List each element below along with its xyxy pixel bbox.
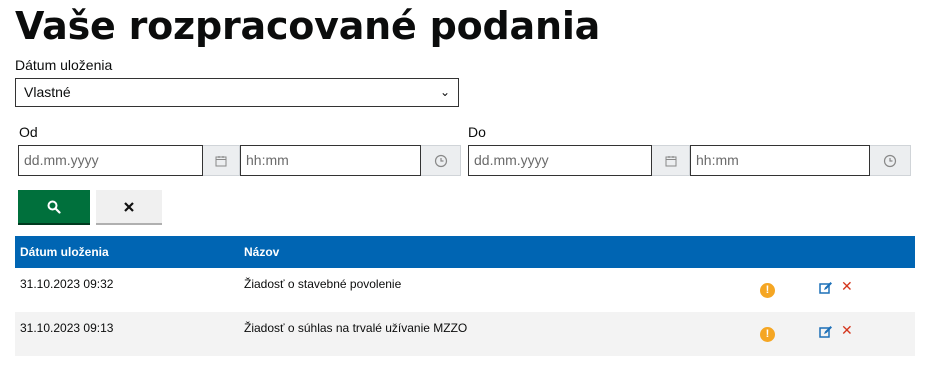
- from-label: Od: [19, 124, 38, 140]
- table-row: 31.10.2023 09:32 Žiadosť o stavebné povo…: [15, 268, 915, 312]
- to-date-input[interactable]: dd.mm.yyyy: [468, 145, 652, 176]
- warning-icon: !: [760, 283, 775, 298]
- table-row: 31.10.2023 09:13 Žiadosť o súhlas na trv…: [15, 312, 915, 356]
- column-header-date[interactable]: Dátum uloženia: [20, 245, 109, 259]
- page-title: Vaše rozpracované podania: [15, 4, 601, 48]
- clock-icon[interactable]: [421, 145, 461, 176]
- date-filter-select[interactable]: Vlastné ⌄: [15, 78, 459, 107]
- delete-icon[interactable]: ✕: [841, 322, 853, 339]
- clock-icon[interactable]: [870, 145, 911, 176]
- search-icon: [47, 200, 61, 214]
- row-name[interactable]: Žiadosť o súhlas na trvalé užívanie MZZO: [244, 321, 467, 335]
- clear-button[interactable]: [96, 190, 162, 223]
- from-time-input[interactable]: hh:mm: [240, 145, 421, 176]
- drafts-table: Dátum uloženia Názov 31.10.2023 09:32 Ži…: [15, 236, 915, 356]
- edit-icon[interactable]: [819, 281, 833, 298]
- chevron-down-icon: ⌄: [439, 85, 450, 99]
- row-date: 31.10.2023 09:32: [20, 277, 114, 291]
- to-time-input[interactable]: hh:mm: [690, 145, 870, 176]
- row-name[interactable]: Žiadosť o stavebné povolenie: [244, 277, 401, 291]
- to-label: Do: [468, 124, 486, 140]
- table-header: Dátum uloženia Názov: [15, 236, 915, 268]
- date-filter-value: Vlastné: [24, 84, 71, 100]
- delete-icon[interactable]: ✕: [841, 278, 853, 295]
- date-filter-label: Dátum uloženia: [15, 57, 113, 73]
- calendar-icon[interactable]: [652, 145, 690, 176]
- calendar-icon[interactable]: [203, 145, 240, 176]
- from-date-input[interactable]: dd.mm.yyyy: [18, 145, 203, 176]
- close-icon: [124, 201, 134, 212]
- warning-icon: !: [760, 327, 775, 342]
- search-button[interactable]: [18, 190, 90, 223]
- row-date: 31.10.2023 09:13: [20, 321, 114, 335]
- edit-icon[interactable]: [819, 325, 833, 342]
- column-header-name[interactable]: Názov: [244, 245, 279, 259]
